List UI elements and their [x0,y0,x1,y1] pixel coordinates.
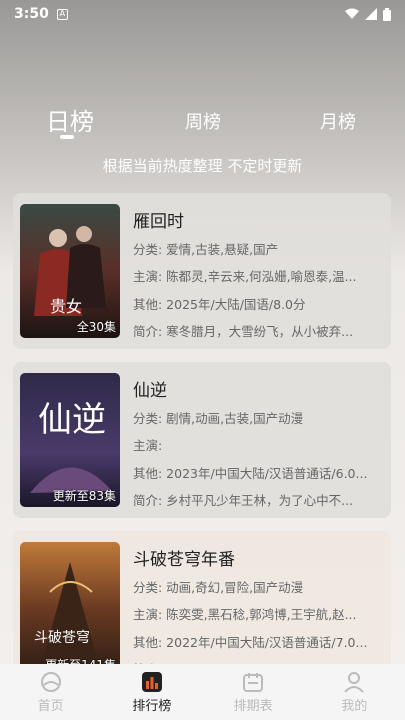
nav-label: 首页 [37,698,64,714]
poster-image[interactable]: 斗破苍穹 更新至141集 [20,542,120,676]
tab-weekly[interactable]: 周榜 [185,108,221,134]
card-cast: 主演: [133,438,163,453]
ranking-subtitle: 根据当前热度整理 不定时更新 [102,157,303,175]
card-genre: 分类: 爱情,古装,悬疑,国产 [133,242,279,257]
poster-title: 贵女 [50,297,82,316]
ranking-card[interactable]: 贵女 全30集 雁回时 分类: 爱情,古装,悬疑,国产 主演: 陈都灵,辛云来,… [13,193,391,349]
home-icon [40,671,61,692]
tab-monthly[interactable]: 月榜 [320,108,356,134]
card-other: 其他: 2022年/中国大陆/汉语普通话/7.0... [133,635,368,650]
episode-badge: 更新至83集 [52,489,116,503]
status-bar: 3:50 A [0,0,405,28]
ranking-card[interactable]: 仙逆 更新至83集 仙逆 分类: 剧情,动画,古装,国产动漫 主演: 其他: 2… [13,362,391,518]
card-title[interactable]: 仙逆 [133,376,167,401]
wifi-icon [345,8,359,19]
card-cast: 主演: 陈都灵,辛云来,何泓姗,喻恩泰,温... [133,269,357,284]
card-summary: 简介: 寒冬腊月，大雪纷飞，从小被弃... [133,324,354,339]
episode-badge: 全30集 [76,320,116,334]
card-cast: 主演: 陈奕雯,黑石稔,郭鸿博,王宇航,赵... [133,607,357,622]
nav-home[interactable]: 首页 [0,664,101,720]
card-title[interactable]: 雁回时 [133,207,184,232]
notification-icon: A [56,8,68,20]
nav-schedule[interactable]: 排期表 [203,664,304,720]
card-genre: 分类: 剧情,动画,古装,国产动漫 [133,411,304,426]
profile-icon [344,671,365,693]
ranking-tabs: 日榜 周榜 月榜 [0,100,405,140]
card-title[interactable]: 斗破苍穹年番 [133,545,235,570]
nav-label: 排期表 [233,698,273,714]
poster-title: 斗破苍穹 [34,630,90,646]
nav-label: 排行榜 [132,698,172,714]
card-other: 其他: 2025年/大陆/国语/8.0分 [133,297,306,312]
ranking-icon [141,671,162,692]
poster-title: 仙逆 [38,400,106,440]
status-icons [345,7,391,21]
status-time: 3:50 [14,6,49,22]
signal-icon [365,8,377,20]
calendar-icon [243,672,264,692]
poster-image[interactable]: 贵女 全30集 [20,204,120,338]
nav-label: 我的 [341,698,368,714]
card-genre: 分类: 动画,奇幻,冒险,国产动漫 [133,580,304,595]
poster-image[interactable]: 仙逆 更新至83集 [20,373,120,507]
battery-icon [383,7,391,21]
tab-indicator [60,135,74,139]
nav-profile[interactable]: 我的 [304,664,405,720]
card-summary: 简介: 乡村平凡少年王林，为了心中不... [133,493,354,508]
card-other: 其他: 2023年/中国大陆/汉语普通话/6.0... [133,466,368,481]
tab-daily[interactable]: 日榜 [46,102,94,137]
bottom-nav: 首页 排行榜 排期表 我的 [0,664,405,720]
nav-ranking[interactable]: 排行榜 [101,664,202,720]
